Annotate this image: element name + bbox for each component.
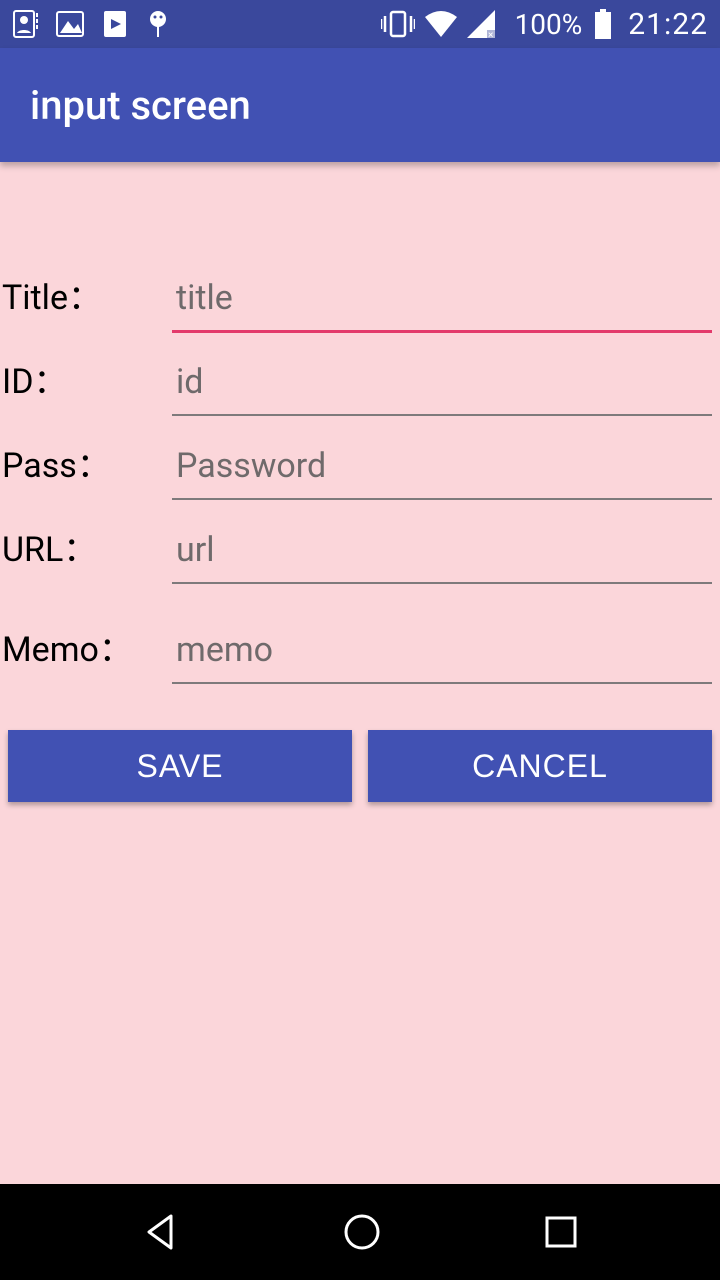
svg-text:?: ? [473,12,480,28]
android-debug-icon [146,9,170,39]
title-input[interactable] [172,276,712,333]
row-pass: Pass： [0,438,720,522]
cancel-button[interactable]: CANCEL [368,730,712,802]
svg-text:×: × [488,30,493,38]
clock: 21:22 [628,7,708,42]
save-button[interactable]: SAVE [8,730,352,802]
form-area: Title： ID： Pass： URL： Memo： SAVE CANCEL [0,162,720,1184]
vibrate-icon [381,10,415,38]
wifi-icon [425,11,457,37]
label-id: ID： [0,354,172,403]
signal-icon: ?× [467,10,499,38]
navigation-bar [0,1184,720,1280]
button-row: SAVE CANCEL [0,706,720,802]
battery-icon [594,9,612,39]
label-url: URL： [0,522,172,571]
image-icon [56,11,84,37]
contacts-icon [12,9,38,39]
row-id: ID： [0,354,720,438]
id-input[interactable] [172,360,712,416]
status-bar: ?× 100% 21:22 [0,0,720,48]
pass-input[interactable] [172,444,712,500]
url-input[interactable] [172,528,712,584]
battery-percentage: 100% [515,8,583,41]
label-memo: Memo： [0,622,172,671]
app-title: input screen [30,82,251,129]
recent-apps-button[interactable] [541,1212,581,1252]
row-memo: Memo： [0,622,720,706]
home-button[interactable] [340,1210,384,1254]
row-url: URL： [0,522,720,606]
row-title: Title： [0,270,720,354]
memo-input[interactable] [172,628,712,684]
label-title: Title： [0,270,172,319]
share-icon [102,9,128,39]
label-pass: Pass： [0,438,172,487]
back-button[interactable] [139,1210,183,1254]
app-bar: input screen [0,48,720,162]
